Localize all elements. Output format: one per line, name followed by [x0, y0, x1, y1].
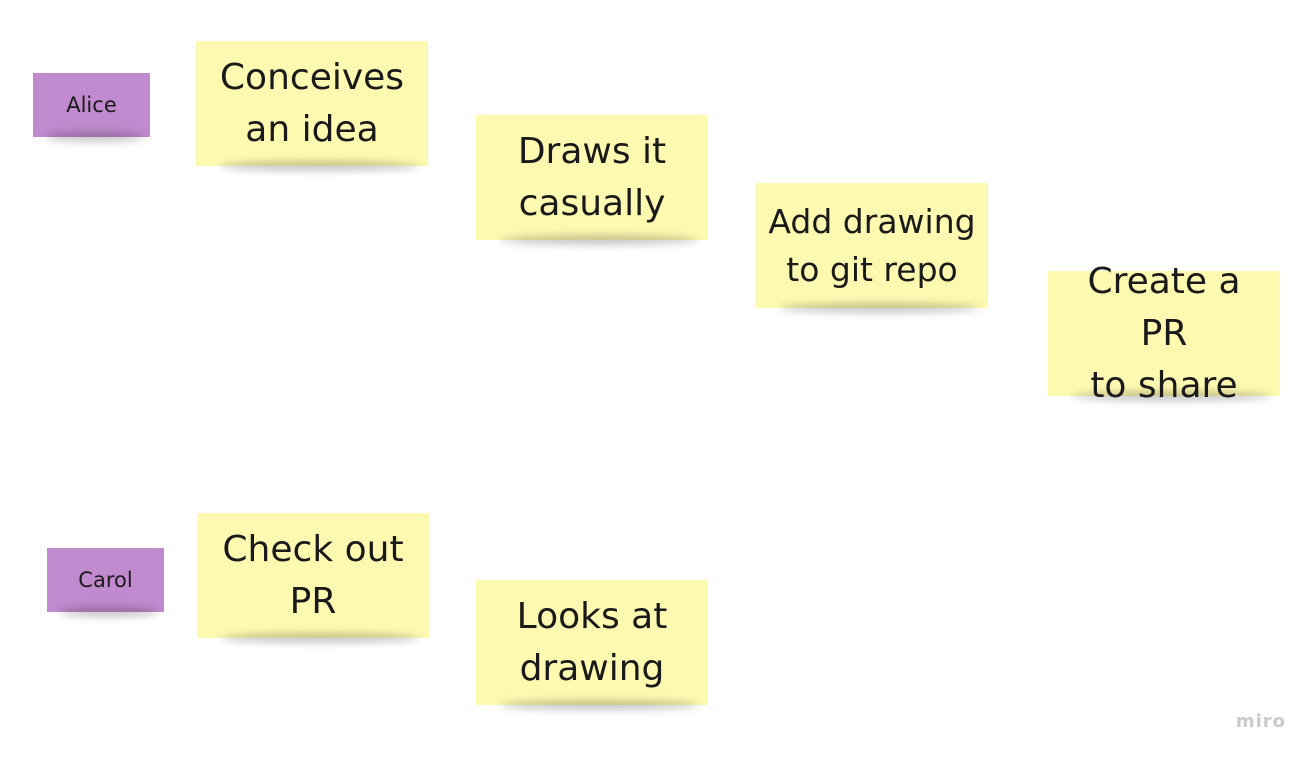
sticky-note-text: Draws it casually: [517, 130, 667, 224]
sticky-note-text: Create a PR to share: [1087, 260, 1241, 406]
sticky-note-add-drawing[interactable]: Add drawing to git repo: [756, 183, 988, 308]
person-tag-carol[interactable]: Carol: [47, 548, 164, 612]
sticky-note-text: Looks at drawing: [516, 595, 668, 689]
sticky-note-text: Check out PR: [222, 528, 404, 622]
person-tag-label: Carol: [78, 568, 133, 592]
sticky-note-text: Conceives an idea: [219, 56, 405, 150]
sticky-note-draws-casually[interactable]: Draws it casually: [476, 115, 708, 240]
sticky-note-conceives-idea[interactable]: Conceives an idea: [196, 41, 428, 166]
person-tag-alice[interactable]: Alice: [33, 73, 150, 137]
sticky-note-create-pr[interactable]: Create a PR to share: [1048, 261, 1280, 406]
sticky-note-check-out-pr[interactable]: Check out PR: [197, 513, 429, 638]
sticky-note-looks-at-drawing[interactable]: Looks at drawing: [476, 580, 708, 705]
miro-logo: miro: [1235, 711, 1286, 732]
whiteboard-canvas[interactable]: Alice Conceives an idea Draws it casuall…: [0, 0, 1316, 759]
person-tag-label: Alice: [66, 93, 117, 117]
sticky-note-text: Add drawing to git repo: [768, 201, 976, 289]
